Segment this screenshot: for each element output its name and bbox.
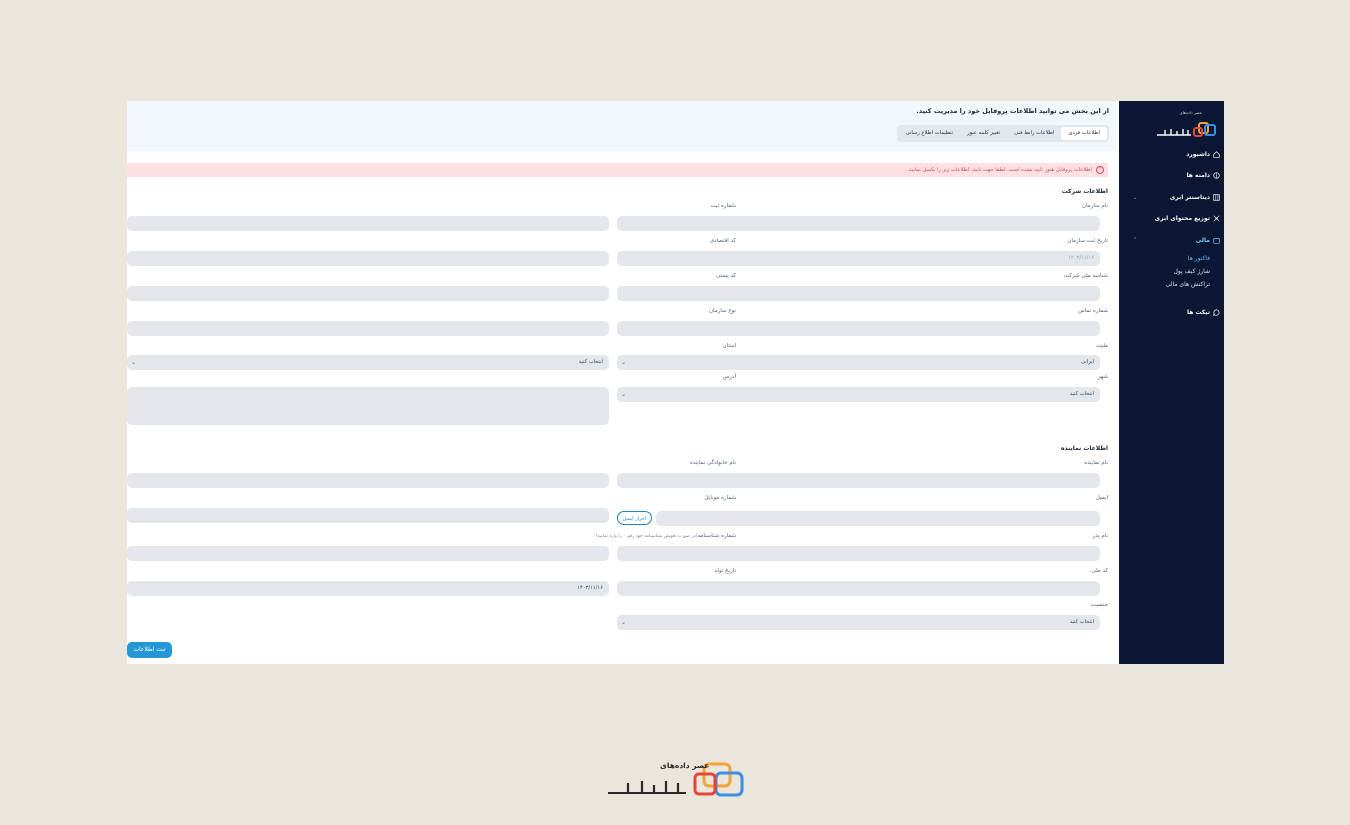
nationality-select[interactable]: ایرانی ⌄ (617, 355, 1100, 370)
org-reg-date-placeholder: ۱۴۰۳/۱۱/۱۶ (1068, 255, 1094, 261)
asiatech-logo (1157, 122, 1216, 137)
chat-icon (1213, 309, 1220, 316)
father-name-label: نام پدر (1092, 533, 1108, 539)
economic-code-label: کد اقتصادی (709, 238, 736, 244)
org-reg-date-input[interactable]: ۱۴۰۳/۱۱/۱۶ (617, 251, 1100, 266)
sidebar-item-dashboard[interactable]: داشبورد (1186, 151, 1220, 158)
father-name-input[interactable] (617, 546, 1100, 561)
company-section-title: اطلاعات شرکت (1061, 188, 1108, 195)
gender-value: انتخاب کنید (1069, 619, 1094, 625)
chevron-down-icon: ⌄ (621, 391, 627, 398)
representative-section-title: اطلاعات نماینده (1061, 445, 1108, 452)
city-select[interactable]: انتخاب کنید ⌄ (617, 387, 1100, 402)
chevron-up-icon[interactable]: ⌃ (1133, 237, 1137, 243)
gender-label: جنسیت (1090, 602, 1108, 608)
logo-tagline: عصر داده‌های (1179, 110, 1202, 115)
server-icon (1213, 194, 1220, 201)
city-label: شهر (1097, 374, 1108, 380)
tab-technical-contact[interactable]: اطلاعات رابط فنی (1007, 127, 1061, 140)
national-id-input[interactable] (617, 286, 1100, 301)
id-number-label-text: شماره شناسنامه (697, 533, 736, 539)
rep-family-input[interactable] (127, 473, 609, 488)
email-input[interactable] (656, 511, 1100, 526)
chevron-down-icon: ⌄ (131, 359, 137, 366)
sidebar-subitem-wallet-charge[interactable]: شارژ کیف پول (1174, 268, 1210, 275)
postal-code-input[interactable] (127, 286, 609, 301)
alert-circle-icon: ! (1096, 166, 1104, 174)
sidebar-item-label: دامنه ها (1186, 172, 1210, 179)
national-id-label: شناسه ملی شرکت (1063, 273, 1108, 279)
sidebar-item-cdn[interactable]: توزیع محتوای ابری (1155, 215, 1220, 222)
birth-date-value: ۱۴۰۳/۱۱/۱۶ (577, 585, 603, 591)
profile-header: از این بخش می توانید اطلاعات پروفایل خود… (127, 101, 1117, 151)
city-value: انتخاب کنید (1069, 391, 1094, 397)
reg-number-input[interactable] (127, 216, 609, 231)
address-textarea[interactable] (127, 387, 609, 425)
national-code-input[interactable] (617, 581, 1100, 596)
sidebar-item-cloud-datacenter[interactable]: دیتاسنتر ابری (1170, 194, 1220, 201)
sidebar-item-label: توزیع محتوای ابری (1154, 215, 1210, 222)
profile-warning-alert: ! اطلاعات پروفایل هنوز تایید نشده است. ل… (127, 163, 1108, 177)
app-window: از این بخش می توانید اطلاعات پروفایل خود… (127, 101, 1224, 664)
province-select[interactable]: انتخاب کنید ⌄ (127, 355, 609, 370)
tab-change-password[interactable]: تغییر کلمه عبور (960, 127, 1007, 140)
birth-date-label: تاریخ تولد (714, 568, 736, 574)
network-icon (1213, 215, 1220, 222)
sidebar-item-domains[interactable]: دامنه ها (1187, 172, 1220, 179)
wallet-icon (1213, 238, 1220, 244)
sidebar-item-tickets[interactable]: تیکت ها (1187, 309, 1220, 316)
email-label: ایمیل (1095, 495, 1108, 501)
globe-icon (1213, 172, 1220, 179)
province-value: انتخاب کنید (578, 359, 603, 365)
sidebar-subitem-transactions[interactable]: تراکنش های مالی (1166, 281, 1210, 288)
rep-name-label: نام نماینده (1084, 460, 1108, 466)
chevron-down-icon: ⌄ (621, 619, 627, 626)
verify-email-button[interactable]: احراز ایمیل (617, 511, 652, 525)
org-name-input[interactable] (617, 216, 1100, 231)
sidebar-subitem-invoices[interactable]: فاکتور ها (1188, 255, 1210, 262)
gender-select[interactable]: انتخاب کنید ⌄ (617, 615, 1100, 630)
chevron-down-icon[interactable]: ⌄ (1133, 195, 1137, 201)
reg-number-label: شماره ثبت (710, 203, 736, 209)
economic-code-input[interactable] (127, 251, 609, 266)
province-label: استان (722, 343, 736, 349)
mobile-label: شماره موبایل (704, 495, 736, 501)
profile-tabs: اطلاعات فردی اطلاعات رابط فنی تغییر کلمه… (896, 125, 1109, 142)
tab-personal-info[interactable]: اطلاعات فردی (1061, 127, 1107, 140)
nationality-value: ایرانی (1081, 359, 1094, 365)
submit-button[interactable]: ثبت اطلاعات (127, 642, 172, 658)
alert-text: اطلاعات پروفایل هنوز تایید نشده است. لطف… (907, 167, 1092, 173)
home-icon (1213, 151, 1220, 158)
id-number-label: شماره شناسنامه(در صورت تعویض شناسنامه خو… (596, 533, 736, 539)
mobile-input[interactable] (127, 508, 609, 523)
footer-logo-tagline: عصر داده‌های (660, 761, 710, 770)
sidebar-item-finance[interactable]: مالی (1196, 237, 1220, 244)
org-reg-date-label: تاریخ ثبت سازمان (1067, 238, 1108, 244)
sidebar-item-label: دیتاسنتر ابری (1169, 194, 1210, 201)
main-content: از این بخش می توانید اطلاعات پروفایل خود… (127, 101, 1117, 664)
org-name-label: نام سازمان (1082, 203, 1108, 209)
chevron-down-icon: ⌄ (621, 359, 627, 366)
sidebar-item-label: داشبورد (1186, 151, 1210, 158)
rep-name-input[interactable] (617, 473, 1100, 488)
phone-label: شماره تماس (1078, 308, 1108, 314)
org-type-label: نوع سازمان (708, 308, 736, 314)
sidebar-item-label: تیکت ها (1186, 309, 1210, 316)
sidebar-item-label: مالی (1195, 237, 1210, 244)
tab-notification-settings[interactable]: تنظیمات اطلاع رسانی (899, 127, 961, 140)
national-code-label: کد ملی (1091, 568, 1108, 574)
id-number-hint: (در صورت تعویض شناسنامه خود رقم ۰ را وار… (595, 534, 698, 539)
id-number-input[interactable] (127, 546, 609, 561)
phone-input[interactable] (617, 321, 1100, 336)
rep-family-label: نام خانوادگی نماینده (689, 460, 736, 466)
org-type-input[interactable] (127, 321, 609, 336)
sidebar: عصر داده‌های داشبورد دامنه ها دیتاسنتر ا… (1119, 101, 1224, 664)
address-label: آدرس (722, 374, 736, 380)
nationality-label: ملیت (1096, 343, 1108, 349)
postal-code-label: کد پستی (716, 273, 736, 279)
birth-date-input[interactable]: ۱۴۰۳/۱۱/۱۶ (127, 581, 609, 596)
intro-text: از این بخش می توانید اطلاعات پروفایل خود… (916, 107, 1109, 115)
